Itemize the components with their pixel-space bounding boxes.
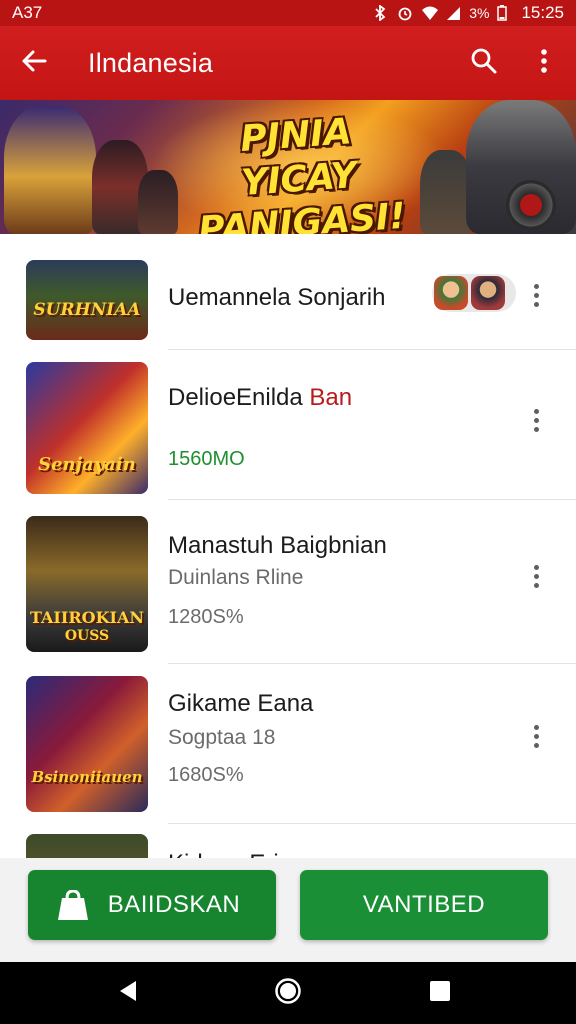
status-icons: 3% 15:25: [373, 3, 564, 23]
battery-percent: 3%: [469, 5, 490, 21]
list-item[interactable]: SURHNIAA Uemannela Sonjarih: [0, 234, 576, 350]
wifi-icon: [421, 5, 439, 21]
overflow-menu-button[interactable]: [522, 43, 566, 83]
item-meta: 1680S%: [168, 764, 244, 786]
status-left-label: A37: [12, 3, 43, 22]
app-thumbnail[interactable]: SURHNIAA: [26, 260, 148, 340]
bottom-action-bar: BAIIDSKAN VANTIBED: [0, 858, 576, 962]
item-title: DelioeEnilda Ban: [168, 384, 352, 412]
item-subtitle: Sogptaa 18: [168, 726, 276, 749]
system-nav-bar: [0, 962, 576, 1024]
more-vert-icon: [533, 724, 539, 748]
thumbnail-logo-subtext: OUSS: [64, 628, 110, 644]
banner-hero-left-3: [138, 170, 178, 234]
item-title: Gikame Eana: [168, 690, 314, 717]
page-title: Ilndanesia: [88, 48, 214, 78]
thumbnail-logo-text: Bsinoniiauen: [31, 768, 143, 786]
android-bag-icon: [56, 889, 90, 929]
avatar: [471, 276, 505, 310]
thumbnail-logo-text: Senjayain: [38, 454, 136, 475]
list-item[interactable]: Kidene Eri: [0, 824, 576, 858]
app-thumbnail[interactable]: Bsinoniiauen: [26, 676, 148, 812]
list-item[interactable]: Bsinoniiauen Gikame Eana Sogptaa 18 1680…: [0, 664, 576, 824]
back-button[interactable]: [12, 43, 56, 83]
search-button[interactable]: [462, 43, 506, 83]
banner-shield: [506, 180, 556, 230]
avatar: [434, 276, 468, 310]
nav-recents-button[interactable]: [420, 973, 460, 1013]
item-title-text: Uemannela Sonjarih: [168, 284, 386, 311]
promo-banner[interactable]: PJNIA YICAY PANIGASI!: [0, 100, 576, 234]
back-arrow-icon: [21, 48, 47, 79]
thumbnail-logo-text: SURHNIAA: [33, 300, 141, 320]
nav-back-icon: [118, 980, 138, 1007]
secondary-action-label: VANTIBED: [362, 891, 486, 918]
item-more-button[interactable]: [520, 556, 552, 596]
nav-recents-icon: [429, 980, 451, 1007]
item-title: Manastuh Baigbnian: [168, 532, 387, 559]
more-vert-icon: [533, 408, 539, 432]
item-title: Kidene Eri: [168, 850, 279, 858]
item-meta: 1560MO: [168, 448, 245, 470]
primary-action-label: BAIIDSKAN: [107, 891, 241, 918]
app-bar: Ilndanesia: [0, 26, 576, 100]
nav-home-button[interactable]: [268, 973, 308, 1013]
item-title: Uemannela Sonjarih: [168, 284, 385, 312]
secondary-action-button[interactable]: VANTIBED: [300, 870, 548, 940]
item-meta: 1280S%: [168, 606, 244, 628]
nav-home-icon: [274, 977, 302, 1010]
item-title-text: DelioeEnilda: [168, 384, 310, 411]
banner-title: PJNIA YICAY PANIGASI!: [180, 106, 419, 234]
status-time: 15:25: [521, 3, 564, 22]
more-vert-icon: [533, 283, 539, 307]
battery-icon: [497, 5, 513, 21]
more-vert-icon: [540, 48, 548, 79]
alarm-icon: [397, 5, 413, 21]
status-bar: A37 3% 15:25: [0, 0, 576, 26]
banner-hero-left-1: [4, 106, 96, 234]
app-thumbnail[interactable]: TAIIROKIAN OUSS: [26, 516, 148, 652]
signal-icon: [445, 5, 461, 21]
app-thumbnail[interactable]: Senjayain: [26, 362, 148, 494]
app-thumbnail[interactable]: [26, 834, 148, 858]
list-item[interactable]: TAIIROKIAN OUSS Manastuh Baigbnian Duinl…: [0, 500, 576, 664]
primary-action-button[interactable]: BAIIDSKAN: [28, 870, 276, 940]
search-icon: [470, 47, 498, 80]
item-more-button[interactable]: [520, 275, 552, 315]
item-more-button[interactable]: [520, 716, 552, 756]
item-title-accent: Ban: [309, 384, 353, 411]
bluetooth-icon: [373, 5, 389, 21]
thumbnail-logo-text: TAIIROKIAN: [29, 608, 145, 627]
list-item[interactable]: Senjayain DelioeEnilda Ban 1560MO: [0, 350, 576, 500]
banner-title-line-1: PJNIA YICAY: [239, 111, 359, 204]
nav-back-button[interactable]: [108, 973, 148, 1013]
banner-hero-right-1: [420, 150, 472, 234]
app-list: SURHNIAA Uemannela Sonjarih Senjayain De…: [0, 234, 576, 858]
item-more-button[interactable]: [520, 400, 552, 440]
more-vert-icon: [533, 564, 539, 588]
avatar-chip-group[interactable]: [432, 274, 516, 312]
item-subtitle: Duinlans Rline: [168, 566, 304, 589]
